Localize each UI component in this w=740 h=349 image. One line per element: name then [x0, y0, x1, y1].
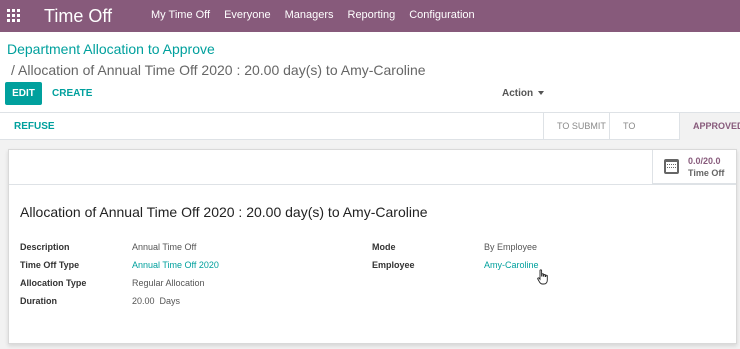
divider	[9, 184, 736, 185]
stat-value: 0.0/20.0	[688, 156, 721, 166]
form-sheet: 0.0/20.0 Time Off Allocation of Annual T…	[8, 149, 737, 344]
action-label: Action	[502, 88, 534, 99]
allocation-type-value: Regular Allocation	[132, 278, 205, 288]
time-off-stat-button[interactable]: 0.0/20.0 Time Off	[652, 150, 736, 184]
allocation-type-label: Allocation Type	[20, 278, 87, 288]
menu-everyone[interactable]: Everyone	[224, 9, 270, 22]
duration-unit: Days	[159, 296, 181, 306]
action-dropdown[interactable]: Action	[502, 87, 545, 100]
description-value: Annual Time Off	[132, 242, 197, 252]
menu-configuration[interactable]: Configuration	[409, 9, 474, 22]
main-menu: My Time Off Everyone Managers Reporting …	[151, 9, 489, 22]
apps-menu-icon[interactable]	[7, 9, 20, 22]
menu-reporting[interactable]: Reporting	[348, 9, 396, 22]
duration-number: 20.00	[132, 296, 155, 306]
mode-value: By Employee	[484, 242, 538, 252]
control-panel: Department Allocation to Approve / Alloc…	[0, 32, 740, 113]
edit-button[interactable]: EDIT	[5, 82, 42, 105]
caret-down-icon	[538, 91, 545, 96]
stage-to-submit: TO SUBMIT	[543, 113, 609, 140]
time-off-type-link[interactable]: Annual Time Off 2020	[132, 260, 219, 271]
employee-label: Employee	[372, 260, 415, 270]
calendar-icon	[664, 159, 679, 174]
stat-label: Time Off	[688, 168, 725, 178]
description-label: Description	[20, 242, 70, 252]
menu-my-time-off[interactable]: My Time Off	[151, 9, 210, 22]
time-off-type-label: Time Off Type	[20, 260, 80, 270]
duration-label: Duration	[20, 296, 57, 306]
create-button[interactable]: CREATE	[52, 87, 92, 100]
hand-pointer-icon	[537, 269, 548, 285]
breadcrumb-current: / Allocation of Annual Time Off 2020 : 2…	[11, 62, 426, 78]
mode-label: Mode	[372, 242, 396, 252]
form-statusbar: REFUSE TO SUBMIT TO APPROVE APPROVED	[0, 113, 740, 158]
menu-managers[interactable]: Managers	[285, 9, 334, 22]
top-navbar: Time Off My Time Off Everyone Managers R…	[0, 0, 740, 32]
breadcrumb-parent-link[interactable]: Department Allocation to Approve	[7, 41, 215, 57]
app-title: Time Off	[44, 6, 113, 26]
stage-to-approve: TO APPROVE	[609, 113, 679, 158]
employee-link[interactable]: Amy-Caroline	[484, 260, 539, 271]
duration-value: 20.00 Days	[132, 296, 180, 307]
record-title: Allocation of Annual Time Off 2020 : 20.…	[20, 204, 428, 220]
stage-approved: APPROVED	[679, 113, 740, 140]
stage-pipeline: TO SUBMIT TO APPROVE APPROVED	[543, 113, 740, 158]
refuse-button[interactable]: REFUSE	[14, 121, 55, 133]
